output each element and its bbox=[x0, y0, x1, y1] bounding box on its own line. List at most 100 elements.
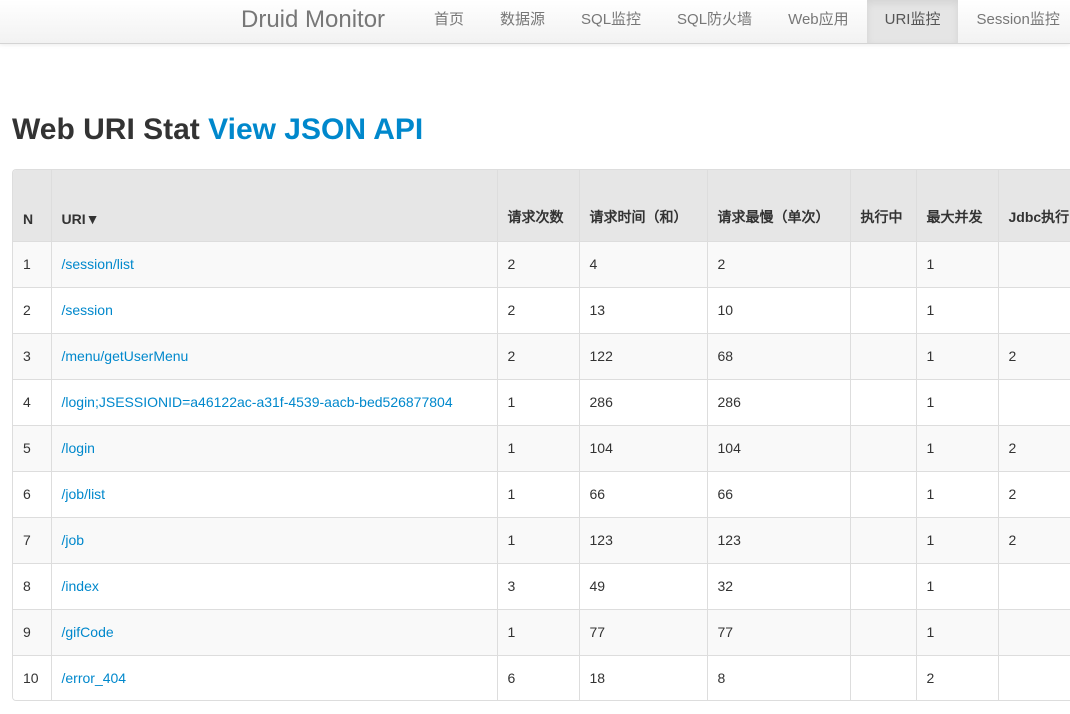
cell-n: 2 bbox=[13, 286, 51, 333]
cell-request-count: 2 bbox=[496, 240, 579, 287]
cell-uri-link[interactable]: /gifCode bbox=[50, 608, 497, 655]
page-title-text: Web URI Stat bbox=[12, 113, 200, 146]
table-row: 7/job 1 123 123 1 2 bbox=[13, 516, 1070, 563]
cell-request-time-sum: 18 bbox=[578, 654, 707, 700]
cell-request-slowest: 104 bbox=[706, 424, 850, 471]
nav-item-web-app[interactable]: Web应用 bbox=[770, 0, 867, 43]
cell-request-time-sum: 123 bbox=[578, 516, 707, 563]
column-header-request-slowest[interactable]: 请求最慢（单次） bbox=[706, 170, 850, 241]
cell-request-slowest: 66 bbox=[706, 470, 850, 517]
brand-title[interactable]: Druid Monitor bbox=[241, 6, 385, 34]
page-title: Web URI Stat View JSON API bbox=[12, 113, 423, 147]
cell-uri-link[interactable]: /session/list bbox=[50, 240, 497, 287]
cell-request-time-sum: 77 bbox=[578, 608, 707, 655]
cell-jdbc-exec bbox=[997, 608, 1070, 655]
cell-n: 7 bbox=[13, 516, 51, 563]
cell-max-concurrent: 1 bbox=[915, 470, 998, 517]
cell-uri-link[interactable]: /job bbox=[50, 516, 497, 563]
cell-running bbox=[849, 240, 916, 287]
cell-request-time-sum: 49 bbox=[578, 562, 707, 609]
table-row: 3/menu/getUserMenu 2 122 68 1 2 bbox=[13, 332, 1070, 379]
cell-request-slowest: 10 bbox=[706, 286, 850, 333]
cell-running bbox=[849, 470, 916, 517]
cell-max-concurrent: 1 bbox=[915, 424, 998, 471]
uri-stat-table: N URI▼ 请求次数 请求时间（和） 请求最慢（单次） 执行中 最大并发 Jd… bbox=[13, 170, 1070, 700]
cell-running bbox=[849, 608, 916, 655]
table-header-row: N URI▼ 请求次数 请求时间（和） 请求最慢（单次） 执行中 最大并发 Jd… bbox=[13, 170, 1070, 241]
cell-request-count: 1 bbox=[496, 378, 579, 425]
cell-jdbc-exec bbox=[997, 654, 1070, 700]
cell-n: 8 bbox=[13, 562, 51, 609]
table-row: 1/session/list 2 4 2 1 bbox=[13, 240, 1070, 287]
nav-item-uri-monitor[interactable]: URI监控 bbox=[866, 0, 959, 43]
column-header-max-concurrent[interactable]: 最大并发 bbox=[915, 170, 998, 241]
cell-jdbc-exec: 2 bbox=[997, 516, 1070, 563]
column-header-uri[interactable]: URI▼ bbox=[50, 170, 497, 241]
cell-request-slowest: 123 bbox=[706, 516, 850, 563]
cell-n: 5 bbox=[13, 424, 51, 471]
nav-item-sql-firewall[interactable]: SQL防火墙 bbox=[659, 0, 770, 43]
nav-item-home[interactable]: 首页 bbox=[416, 0, 482, 43]
table-row: 4/login;JSESSIONID=a46122ac-a31f-4539-aa… bbox=[13, 378, 1070, 425]
cell-request-slowest: 8 bbox=[706, 654, 850, 700]
cell-uri-link[interactable]: /login;JSESSIONID=a46122ac-a31f-4539-aac… bbox=[50, 378, 497, 425]
cell-uri-link[interactable]: /error_404 bbox=[50, 654, 497, 700]
table-row: 8/index 3 49 32 1 bbox=[13, 562, 1070, 609]
table-body: 1/session/list 2 4 2 1 2/session 2 13 10 1 3/menu/… bbox=[13, 240, 1070, 700]
cell-request-slowest: 32 bbox=[706, 562, 850, 609]
cell-request-time-sum: 122 bbox=[578, 332, 707, 379]
cell-request-slowest: 286 bbox=[706, 378, 850, 425]
cell-request-time-sum: 66 bbox=[578, 470, 707, 517]
table-row: 9/gifCode 1 77 77 1 bbox=[13, 608, 1070, 655]
column-header-request-time-sum[interactable]: 请求时间（和） bbox=[578, 170, 707, 241]
cell-request-time-sum: 4 bbox=[578, 240, 707, 287]
cell-uri-link[interactable]: /login bbox=[50, 424, 497, 471]
cell-request-time-sum: 104 bbox=[578, 424, 707, 471]
top-navbar: Druid Monitor 首页 数据源 SQL监控 SQL防火墙 Web应用 … bbox=[0, 0, 1070, 44]
cell-request-count: 1 bbox=[496, 424, 579, 471]
cell-running bbox=[849, 654, 916, 700]
nav-item-datasource[interactable]: 数据源 bbox=[482, 0, 563, 43]
cell-n: 10 bbox=[13, 654, 51, 700]
nav-item-sql-monitor[interactable]: SQL监控 bbox=[563, 0, 659, 43]
cell-max-concurrent: 1 bbox=[915, 516, 998, 563]
cell-running bbox=[849, 562, 916, 609]
table-row: 2/session 2 13 10 1 bbox=[13, 286, 1070, 333]
table-row: 5/login 1 104 104 1 2 bbox=[13, 424, 1070, 471]
cell-request-count: 1 bbox=[496, 516, 579, 563]
cell-running bbox=[849, 286, 916, 333]
column-header-running[interactable]: 执行中 bbox=[849, 170, 916, 241]
table-row: 6/job/list 1 66 66 1 2 bbox=[13, 470, 1070, 517]
cell-n: 9 bbox=[13, 608, 51, 655]
cell-request-count: 1 bbox=[496, 608, 579, 655]
cell-max-concurrent: 1 bbox=[915, 608, 998, 655]
cell-jdbc-exec bbox=[997, 286, 1070, 333]
cell-jdbc-exec bbox=[997, 562, 1070, 609]
cell-uri-link[interactable]: /job/list bbox=[50, 470, 497, 517]
cell-max-concurrent: 1 bbox=[915, 562, 998, 609]
column-header-jdbc-exec[interactable]: Jdbc执行 bbox=[997, 170, 1070, 241]
column-header-request-count[interactable]: 请求次数 bbox=[496, 170, 579, 241]
cell-max-concurrent: 2 bbox=[915, 654, 998, 700]
cell-jdbc-exec: 2 bbox=[997, 424, 1070, 471]
view-json-api-link[interactable]: View JSON API bbox=[208, 113, 423, 146]
cell-running bbox=[849, 378, 916, 425]
cell-uri-link[interactable]: /menu/getUserMenu bbox=[50, 332, 497, 379]
cell-max-concurrent: 1 bbox=[915, 286, 998, 333]
cell-n: 6 bbox=[13, 470, 51, 517]
cell-max-concurrent: 1 bbox=[915, 332, 998, 379]
cell-jdbc-exec bbox=[997, 378, 1070, 425]
cell-request-count: 3 bbox=[496, 562, 579, 609]
column-header-n[interactable]: N bbox=[13, 170, 51, 241]
table-row: 10/error_404 6 18 8 2 bbox=[13, 654, 1070, 700]
cell-n: 4 bbox=[13, 378, 51, 425]
cell-request-slowest: 2 bbox=[706, 240, 850, 287]
cell-uri-link[interactable]: /session bbox=[50, 286, 497, 333]
cell-request-count: 6 bbox=[496, 654, 579, 700]
nav-item-session-monitor[interactable]: Session监控 bbox=[958, 0, 1070, 43]
cell-request-count: 1 bbox=[496, 470, 579, 517]
cell-uri-link[interactable]: /index bbox=[50, 562, 497, 609]
cell-request-slowest: 68 bbox=[706, 332, 850, 379]
uri-stat-table-container: N URI▼ 请求次数 请求时间（和） 请求最慢（单次） 执行中 最大并发 Jd… bbox=[12, 169, 1070, 701]
cell-max-concurrent: 1 bbox=[915, 240, 998, 287]
